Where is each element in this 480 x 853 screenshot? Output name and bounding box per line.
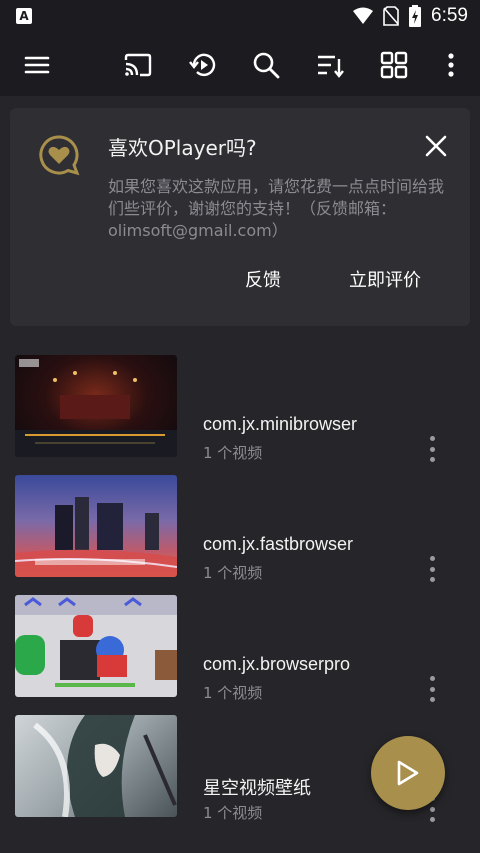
cast-icon[interactable] xyxy=(121,48,155,82)
card-body: 如果您喜欢这款应用，请您花费一点点时间给我们些评价，谢谢您的支持！（反馈邮箱：o… xyxy=(108,177,445,240)
more-vertical-icon[interactable] xyxy=(420,436,444,462)
status-time: 6:59 xyxy=(431,5,468,26)
video-count: 1 个视频 xyxy=(203,804,263,822)
grid-icon[interactable] xyxy=(377,48,411,82)
video-thumbnail xyxy=(15,475,177,577)
video-thumbnail xyxy=(15,595,177,697)
sort-icon[interactable] xyxy=(313,48,347,82)
status-icons: 6:59 xyxy=(353,5,468,27)
notification-icon: A xyxy=(16,8,32,24)
video-count: 1 个视频 xyxy=(203,564,263,582)
rate-now-button[interactable]: 立即评价 xyxy=(349,266,421,292)
play-button[interactable] xyxy=(371,736,445,810)
list-item[interactable]: com.jx.browserpro 1 个视频 xyxy=(0,590,480,710)
folder-name: com.jx.browserpro xyxy=(203,654,351,674)
more-vertical-icon[interactable] xyxy=(434,48,468,82)
video-count: 1 个视频 xyxy=(203,444,263,462)
wifi-icon xyxy=(353,7,374,24)
rating-card: 喜欢OPlayer吗? 如果您喜欢这款应用，请您花费一点点时间给我们些评价，谢谢… xyxy=(10,108,470,326)
folder-name: 星空视频壁纸 xyxy=(203,778,311,798)
status-bar: A 6:59 xyxy=(0,0,480,34)
feedback-button[interactable]: 反馈 xyxy=(245,266,281,292)
battery-charging-icon xyxy=(409,5,422,27)
no-sim-icon xyxy=(383,6,399,26)
heart-chat-icon xyxy=(39,135,80,176)
video-count: 1 个视频 xyxy=(203,684,263,702)
list-item[interactable]: com.jx.minibrowser 1 个视频 xyxy=(0,350,480,470)
card-title: 喜欢OPlayer吗? xyxy=(108,136,257,160)
video-thumbnail xyxy=(15,715,177,817)
list-item[interactable]: com.jx.fastbrowser 1 个视频 xyxy=(0,470,480,590)
toolbar xyxy=(0,34,480,96)
play-icon xyxy=(397,760,419,786)
more-vertical-icon[interactable] xyxy=(420,556,444,582)
search-icon[interactable] xyxy=(249,48,283,82)
history-icon[interactable] xyxy=(186,48,220,82)
menu-icon[interactable] xyxy=(20,48,54,82)
close-icon[interactable] xyxy=(422,132,450,160)
more-vertical-icon[interactable] xyxy=(420,676,444,702)
folder-name: com.jx.fastbrowser xyxy=(203,534,354,554)
folder-name: com.jx.minibrowser xyxy=(203,414,358,434)
video-thumbnail xyxy=(15,355,177,457)
